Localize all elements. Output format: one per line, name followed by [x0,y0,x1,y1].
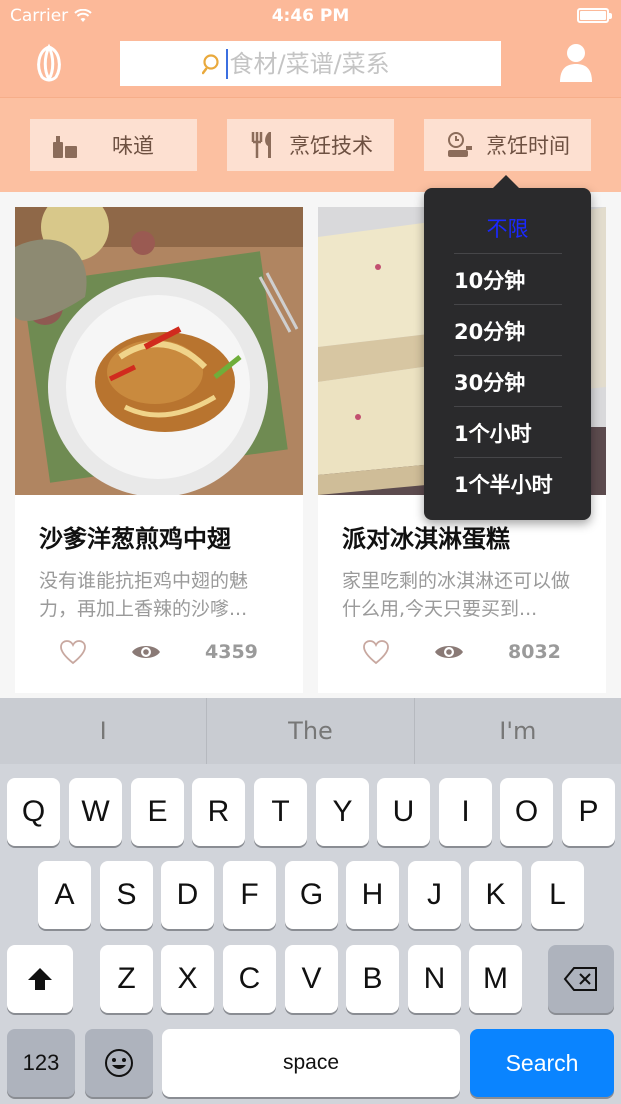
predictive-bar: I The I'm [0,698,621,764]
backspace-key[interactable] [548,945,614,1013]
key-a[interactable]: A [38,861,91,929]
filter-time-label: 烹饪时间 [486,134,570,158]
heart-icon[interactable] [59,639,87,665]
key-r[interactable]: R [192,778,245,846]
key-t[interactable]: T [254,778,307,846]
search-icon [201,53,219,74]
emoji-icon [105,1049,133,1077]
eye-icon [435,646,463,658]
app-logo-icon[interactable] [28,41,70,83]
eye-icon [132,646,160,658]
filter-bar: 味道 烹饪技术 烹饪时间 [0,97,621,192]
time-option-10min[interactable]: 10分钟 [424,254,591,305]
numbers-key[interactable]: 123 [7,1029,75,1097]
filter-technique-button[interactable]: 烹饪技术 [227,119,394,171]
recipe-card[interactable]: 沙爹洋葱煎鸡中翅 没有谁能抗拒鸡中翅的魅力，再加上香辣的沙嗲... 4359 [15,207,303,693]
key-d[interactable]: D [161,861,214,929]
key-w[interactable]: W [69,778,122,846]
recipe-meta: 4359 [15,639,303,669]
filter-taste-label: 味道 [112,134,154,158]
key-y[interactable]: Y [316,778,369,846]
recipe-description: 家里吃剩的冰淇淋还可以做什么用,今天只要买到... [342,570,571,620]
search-input[interactable] [229,49,420,78]
heart-icon[interactable] [362,639,390,665]
emoji-key[interactable] [85,1029,153,1097]
navigation-bar: Carrier 4:46 PM [0,0,621,97]
recipe-title: 派对冰淇淋蛋糕 [342,525,510,553]
timer-pot-icon [448,132,472,157]
key-h[interactable]: H [346,861,399,929]
shift-icon [28,968,52,990]
key-m[interactable]: M [469,945,522,1013]
key-n[interactable]: N [408,945,461,1013]
cooking-time-dropdown: 不限 10分钟 20分钟 30分钟 1个小时 1个半小时 [424,175,591,520]
space-key[interactable]: space [162,1029,460,1097]
recipe-description: 没有谁能抗拒鸡中翅的魅力，再加上香辣的沙嗲... [39,570,249,620]
key-q[interactable]: Q [7,778,60,846]
recipe-meta: 8032 [318,639,606,669]
key-g[interactable]: G [285,861,338,929]
key-e[interactable]: E [131,778,184,846]
status-time: 4:46 PM [271,6,350,26]
view-count: 4359 [205,641,258,663]
shift-key[interactable] [7,945,73,1013]
utensils-icon [251,132,271,158]
time-option-30min[interactable]: 30分钟 [424,356,591,407]
key-b[interactable]: B [346,945,399,1013]
time-option-1-5hour[interactable]: 1个半小时 [424,458,591,509]
user-profile-icon[interactable] [559,42,593,82]
battery-icon [577,8,612,23]
key-j[interactable]: J [408,861,461,929]
key-x[interactable]: X [161,945,214,1013]
key-s[interactable]: S [100,861,153,929]
key-i[interactable]: I [439,778,492,846]
filter-time-button[interactable]: 烹饪时间 [424,119,591,171]
suggestion-item[interactable]: I [0,698,208,764]
filter-technique-label: 烹饪技术 [289,134,373,158]
time-option-any[interactable]: 不限 [424,202,591,253]
view-count: 8032 [508,641,561,663]
keyboard: I The I'm Q W E R T Y U I O P A S D F G … [0,698,621,1104]
key-l[interactable]: L [531,861,584,929]
suggestion-item[interactable]: The [207,698,415,764]
key-o[interactable]: O [500,778,553,846]
filter-taste-button[interactable]: 味道 [30,119,197,171]
status-bar: Carrier 4:46 PM [0,0,621,32]
key-z[interactable]: Z [100,945,153,1013]
time-option-1hour[interactable]: 1个小时 [424,407,591,458]
backspace-icon [563,967,597,991]
search-key[interactable]: Search [470,1029,614,1097]
key-k[interactable]: K [469,861,522,929]
key-u[interactable]: U [377,778,430,846]
key-p[interactable]: P [562,778,615,846]
recipe-title: 沙爹洋葱煎鸡中翅 [39,525,231,553]
text-cursor [225,48,228,79]
key-f[interactable]: F [223,861,276,929]
recipe-image-chicken-wings [15,207,303,495]
suggestion-item[interactable]: I'm [415,698,621,764]
time-option-20min[interactable]: 20分钟 [424,305,591,356]
bottles-icon [53,136,77,158]
key-c[interactable]: C [223,945,276,1013]
search-field[interactable] [120,41,501,86]
key-v[interactable]: V [285,945,338,1013]
